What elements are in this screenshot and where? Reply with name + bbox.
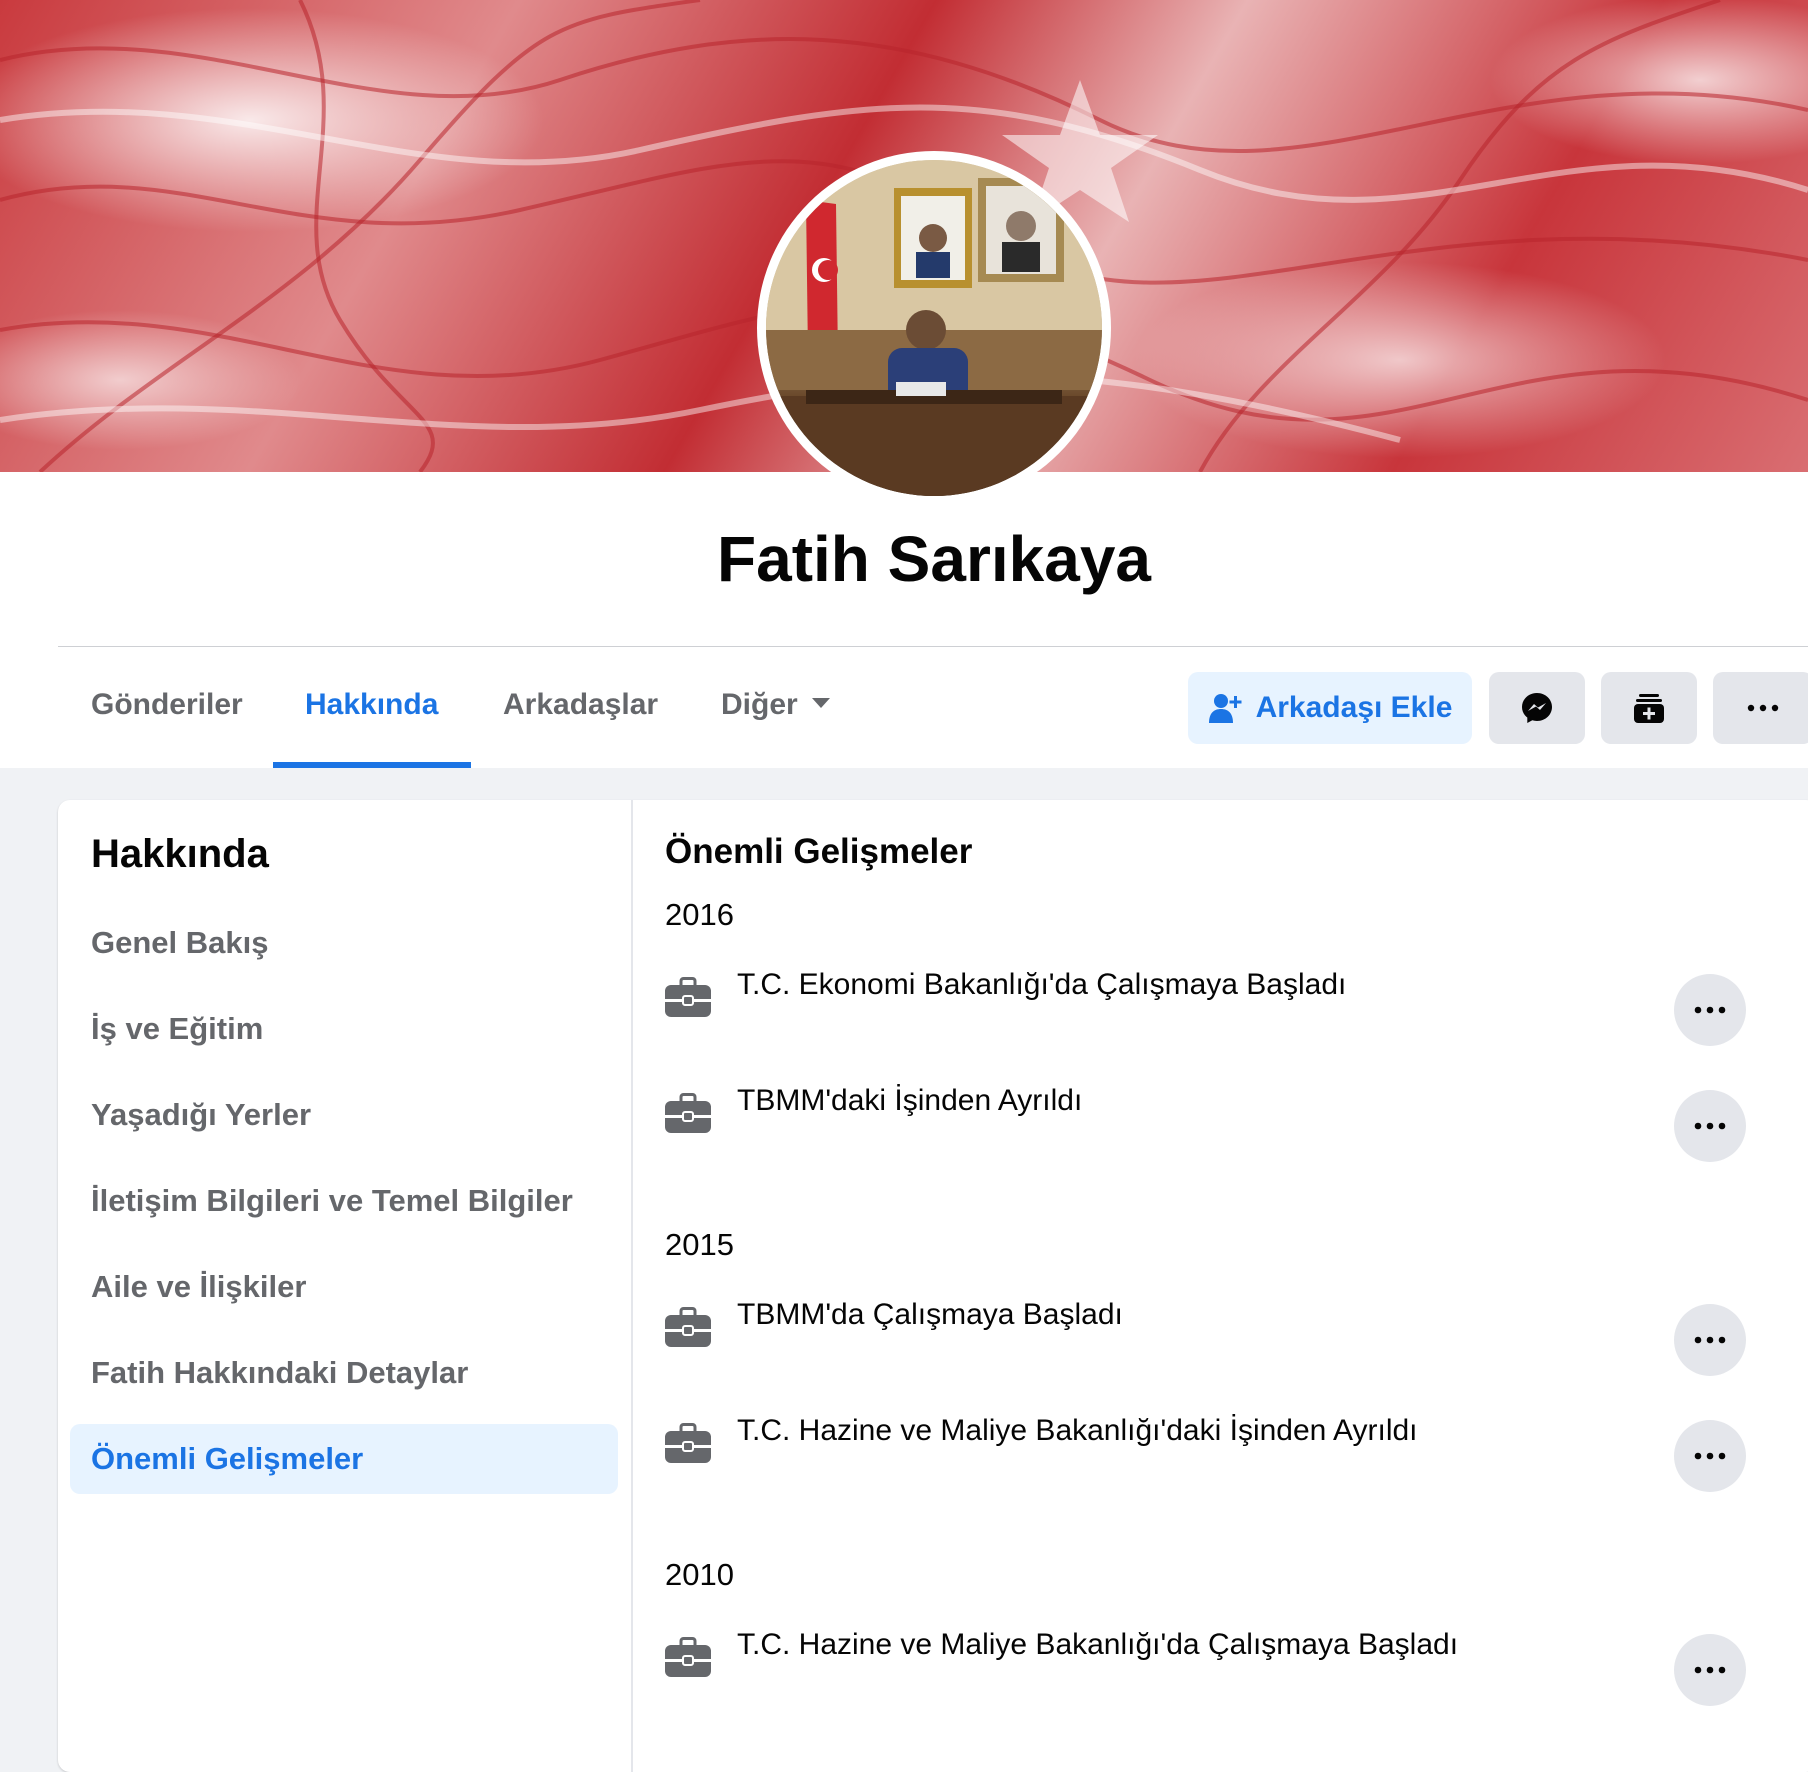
briefcase-icon [665,1423,711,1463]
more-dots-icon [1694,1336,1726,1344]
avatar-office-illustration [766,160,1102,496]
column-divider [631,800,633,1772]
tab-friends[interactable]: Arkadaşlar [503,688,658,722]
tab-more-label: Diğer [721,688,798,721]
chevron-down-icon [811,698,830,709]
year-heading-2016: 2016 [665,897,734,932]
event-options-button[interactable] [1674,1420,1746,1492]
sidebar-item-places-lived[interactable]: Yaşadığı Yerler [91,1097,311,1133]
sidebar-item-overview[interactable]: Genel Bakış [91,925,268,961]
header-divider [58,646,1808,647]
briefcase-icon [665,1093,711,1133]
sidebar-item-family[interactable]: Aile ve İlişkiler [91,1269,306,1305]
sidebar-item-contact-info[interactable]: İletişim Bilgileri ve Temel Bilgiler [91,1183,573,1219]
life-event-text[interactable]: TBMM'daki İşinden Ayrıldı [737,1084,1082,1118]
profile-name: Fatih Sarıkaya [717,523,1151,595]
add-user-icon [1208,694,1242,723]
briefcase-icon [665,1637,711,1677]
sidebar-item-life-events[interactable]: Önemli Gelişmeler [91,1441,363,1477]
life-event-text[interactable]: T.C. Ekonomi Bakanlığı'da Çalışmaya Başl… [737,968,1346,1002]
sidebar-item-work-education[interactable]: İş ve Eğitim [91,1011,263,1047]
sidebar-item-details[interactable]: Fatih Hakkındaki Detaylar [91,1355,468,1391]
tab-more[interactable]: Diğer [721,688,830,722]
year-heading-2015: 2015 [665,1227,734,1262]
event-options-button[interactable] [1674,1090,1746,1162]
event-options-button[interactable] [1674,1634,1746,1706]
profile-avatar[interactable] [766,160,1102,496]
life-event-text[interactable]: T.C. Hazine ve Maliye Bakanlığı'daki İşi… [737,1414,1418,1448]
add-friend-label: Arkadaşı Ekle [1255,691,1453,724]
more-dots-icon [1694,1006,1726,1014]
about-card [58,800,1808,1772]
briefcase-icon [665,977,711,1017]
messenger-icon [1522,693,1552,723]
more-dots-icon [1694,1452,1726,1460]
tab-about[interactable]: Hakkında [305,688,438,722]
life-event-text[interactable]: TBMM'da Çalışmaya Başladı [737,1298,1123,1332]
sidebar-title: Hakkında [91,832,269,876]
add-friend-button[interactable]: Arkadaşı Ekle [1188,672,1472,744]
more-dots-icon [1747,704,1779,712]
add-to-story-icon [1634,694,1664,723]
life-event-text[interactable]: T.C. Hazine ve Maliye Bakanlığı'da Çalış… [737,1628,1458,1662]
more-dots-icon [1694,1666,1726,1674]
briefcase-icon [665,1307,711,1347]
profile-more-button[interactable] [1713,672,1808,744]
more-dots-icon [1694,1122,1726,1130]
message-button[interactable] [1489,672,1585,744]
event-options-button[interactable] [1674,974,1746,1046]
year-heading-2010: 2010 [665,1557,734,1592]
event-options-button[interactable] [1674,1304,1746,1376]
tab-posts[interactable]: Gönderiler [91,688,243,722]
section-title: Önemli Gelişmeler [665,832,973,871]
profile-header: Fatih Sarıkaya Gönderiler Hakkında Arkad… [0,0,1808,768]
add-to-story-button[interactable] [1601,672,1697,744]
active-tab-indicator [273,762,471,768]
